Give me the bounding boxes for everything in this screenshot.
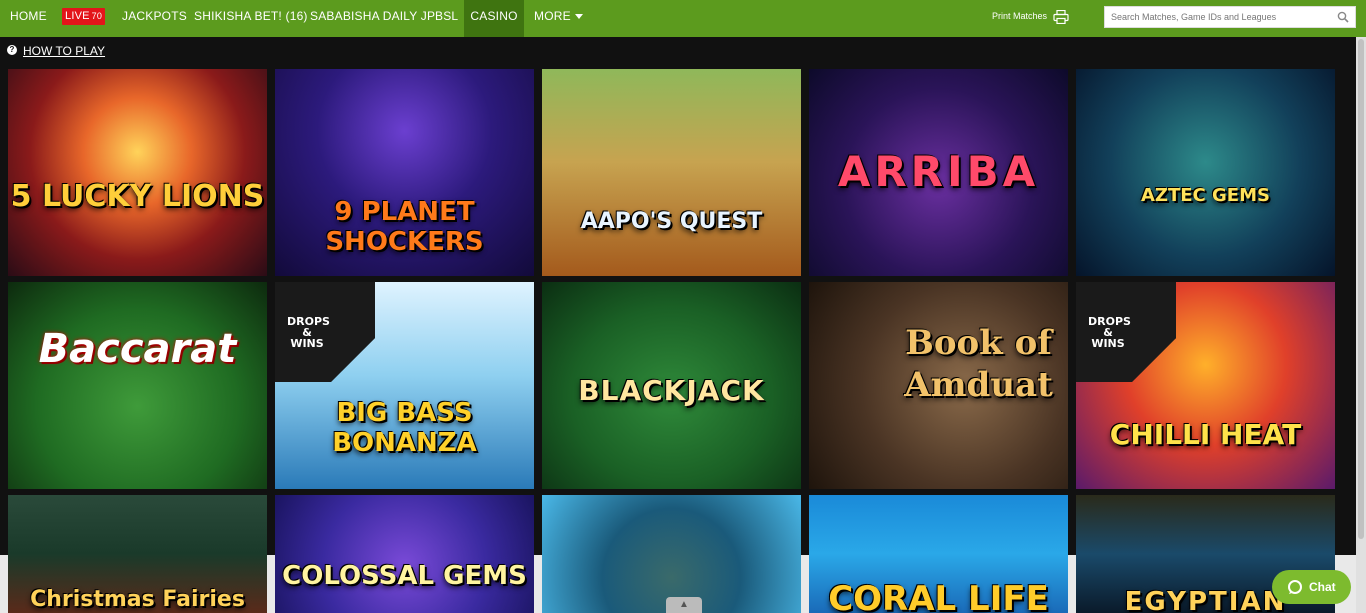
game-title: AZTEC GEMS bbox=[1141, 185, 1270, 206]
game-tile-baccarat[interactable]: Baccarat bbox=[8, 282, 267, 489]
game-tile-coral-life[interactable]: CORAL LIFE bbox=[809, 495, 1068, 613]
game-title: COLOSSAL GEMS bbox=[282, 561, 527, 591]
game-tile-christmas-fairies[interactable]: Christmas Fairies bbox=[8, 495, 267, 613]
game-title: BIG BASS BONANZA bbox=[332, 398, 477, 458]
game-tile-big-bass-bonanza[interactable]: BIG BASS BONANZA DROPS & WINS bbox=[275, 282, 534, 489]
nav-more[interactable]: MORE bbox=[534, 0, 583, 32]
top-navigation-bar: HOME LIVE 70 JACKPOTS SHIKISHA BET! (16) … bbox=[0, 0, 1366, 37]
nav-casino[interactable]: CASINO bbox=[464, 0, 524, 37]
game-title: 9 PLANET SHOCKERS bbox=[325, 197, 484, 257]
game-tile-book-of-amduat[interactable]: Book of Amduat bbox=[809, 282, 1068, 489]
game-tile-arriba[interactable]: ARRIBA bbox=[809, 69, 1068, 276]
printer-icon[interactable] bbox=[1053, 10, 1069, 24]
game-tile-colossal-gems[interactable]: COLOSSAL GEMS bbox=[275, 495, 534, 613]
game-title: AAPO'S QUEST bbox=[580, 209, 763, 234]
game-title: BLACKJACK bbox=[578, 374, 765, 407]
game-title: CHILLI HEAT bbox=[1109, 418, 1302, 451]
search-box[interactable]: Search Matches, Game IDs and Leagues bbox=[1104, 6, 1356, 28]
chevron-down-icon bbox=[574, 14, 583, 20]
nav-jackpots[interactable]: JACKPOTS bbox=[122, 0, 187, 32]
game-title: 5 LUCKY LIONS bbox=[10, 179, 265, 214]
game-tile-gorilla[interactable] bbox=[542, 495, 801, 613]
help-icon: ? bbox=[7, 45, 17, 55]
game-tile-blackjack[interactable]: BLACKJACK bbox=[542, 282, 801, 489]
nav-more-label: MORE bbox=[534, 9, 571, 23]
game-tile-5-lucky-lions[interactable]: 5 LUCKY LIONS bbox=[8, 69, 267, 276]
nav-bsl[interactable]: BSL bbox=[435, 0, 458, 32]
game-tile-aztec-gems[interactable]: AZTEC GEMS bbox=[1076, 69, 1335, 276]
game-title: Christmas Fairies bbox=[30, 587, 245, 612]
scroll-up-tab[interactable]: ▲ bbox=[666, 597, 702, 613]
scrollbar-thumb[interactable] bbox=[1358, 39, 1364, 539]
game-tile-aapos-quest[interactable]: AAPO'S QUEST bbox=[542, 69, 801, 276]
search-icon[interactable] bbox=[1337, 11, 1349, 23]
game-title: CORAL LIFE bbox=[828, 579, 1049, 613]
nav-home[interactable]: HOME bbox=[10, 0, 47, 32]
live-count: 70 bbox=[91, 11, 103, 21]
search-input[interactable]: Search Matches, Game IDs and Leagues bbox=[1111, 7, 1276, 28]
game-title: Baccarat bbox=[38, 326, 237, 372]
nav-sababisha-daily-jp[interactable]: SABABISHA DAILY JP bbox=[310, 0, 435, 32]
drops-and-wins-badge: DROPS & WINS bbox=[1076, 282, 1176, 382]
chat-bubble-icon bbox=[1288, 580, 1302, 594]
drops-and-wins-label: DROPS & WINS bbox=[1088, 315, 1131, 350]
live-label: LIVE bbox=[65, 10, 90, 22]
live-badge: LIVE 70 bbox=[62, 8, 106, 25]
drops-and-wins-label: DROPS & WINS bbox=[287, 315, 330, 350]
chat-label: Chat bbox=[1309, 580, 1336, 594]
game-tile-9-planet-shockers[interactable]: 9 PLANET SHOCKERS bbox=[275, 69, 534, 276]
nav-live[interactable]: LIVE 70 bbox=[62, 0, 106, 32]
how-to-play-label: HOW TO PLAY bbox=[23, 44, 106, 58]
drops-and-wins-badge: DROPS & WINS bbox=[275, 282, 375, 382]
nav-shikisha-bet[interactable]: SHIKISHA BET! (16) bbox=[194, 0, 308, 32]
page-scrollbar[interactable] bbox=[1356, 37, 1366, 613]
game-tile-chilli-heat[interactable]: CHILLI HEAT DROPS & WINS bbox=[1076, 282, 1335, 489]
print-matches-link[interactable]: Print Matches bbox=[992, 11, 1047, 21]
chat-button[interactable]: Chat bbox=[1272, 570, 1351, 604]
game-title: ARRIBA bbox=[837, 147, 1040, 196]
game-title: Book of Amduat bbox=[904, 323, 1053, 405]
